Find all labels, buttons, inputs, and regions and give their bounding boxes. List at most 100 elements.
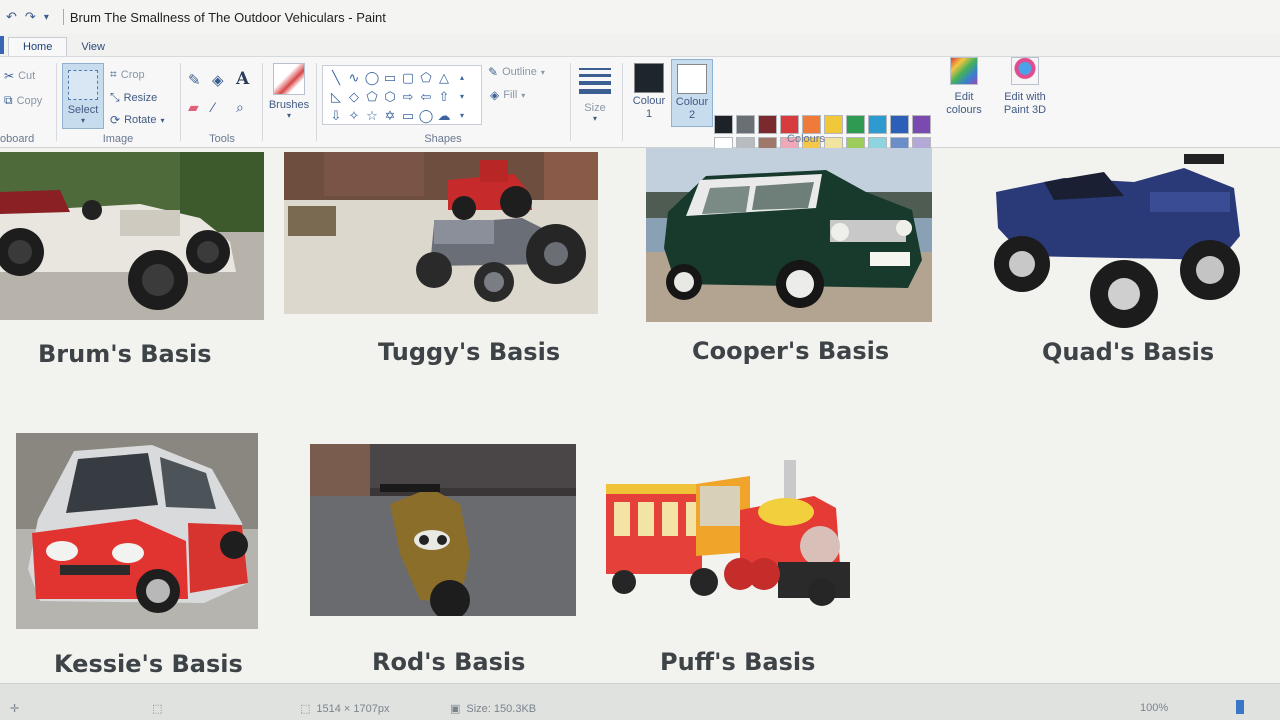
title-separator: [62, 9, 64, 25]
quad-caption: Quad's Basis: [1042, 338, 1215, 366]
ribbon-tabs: Home View: [0, 34, 1280, 56]
colours-group-label: Colours: [787, 133, 825, 145]
file-size-text: Size: 150.3KB: [466, 702, 537, 715]
fill-bucket-icon[interactable]: ◈: [212, 71, 224, 89]
tab-view[interactable]: View: [67, 38, 119, 56]
zoom-thumb-icon[interactable]: [1236, 700, 1244, 714]
tuggy-tractor-image: [284, 152, 598, 314]
window-title: Brum The Smallness of The Outdoor Vehicu…: [69, 9, 386, 25]
scissors-icon: ✂: [4, 69, 15, 83]
edit-with-paint3d-label: Edit with Paint 3D: [1003, 91, 1047, 116]
file-tab-edge[interactable]: [0, 36, 4, 54]
image-dimensions-text: 1514 × 1707px: [316, 702, 390, 715]
status-bar: ✛ ⬚ ⬚ 1514 × 1707px ▣ Size: 150.3KB 100%: [0, 683, 1280, 720]
cut-label: Cut: [18, 70, 36, 82]
zoom-text: 100%: [1140, 702, 1169, 714]
brush-icon: [273, 63, 305, 95]
paint3d-icon: [1011, 57, 1039, 85]
rod-photo: [310, 444, 576, 616]
crop-label: Crop: [120, 68, 145, 81]
kessie-photo: [16, 433, 258, 629]
paint-window: ↶ ↷ ▾ Brum The Smallness of The Outdoor …: [0, 0, 1280, 720]
divider: [262, 63, 263, 141]
customize-quick-access-icon[interactable]: ▾: [44, 12, 49, 23]
tab-home[interactable]: Home: [8, 37, 68, 56]
clipboard-group-label: oboard: [0, 133, 35, 145]
drawing-canvas[interactable]: Brum's Basis Tuggy's Basis Cooper's Basi…: [0, 148, 1280, 683]
rod-caption: Rod's Basis: [372, 648, 526, 676]
resize-label: Resize: [123, 91, 158, 104]
image-group-label: Image: [102, 133, 134, 145]
brum-photo: [0, 152, 264, 320]
cut-button[interactable]: ✂ Cut: [4, 69, 35, 83]
chevron-down-icon: ▾: [160, 115, 165, 125]
edit-with-paint3d-button[interactable]: Edit with Paint 3D: [996, 57, 1054, 117]
size-lines-icon: [579, 65, 611, 94]
divider: [570, 63, 571, 141]
zoom-slider-thumb[interactable]: [1236, 700, 1244, 714]
divider: [180, 63, 181, 141]
select-label: Select: [67, 104, 99, 116]
crosshair-icon: ✛: [10, 703, 20, 715]
eraser-icon[interactable]: ▰: [188, 99, 199, 116]
kessie-smart-car-image: [16, 433, 258, 629]
file-size: ▣ Size: 150.3KB: [450, 702, 537, 716]
shapes-group: Shapes: [318, 61, 568, 145]
puff-photo: [600, 456, 856, 612]
image-dimensions: ⬚ 1514 × 1707px: [300, 702, 390, 716]
shapes-group-label: Shapes: [424, 133, 462, 145]
selection-icon: ⬚: [152, 703, 163, 715]
size-button[interactable]: Size ▾: [574, 63, 616, 123]
clipboard-group: ✂ Cut ⧉ Copy oboard: [0, 61, 56, 145]
magnifier-icon[interactable]: ⌕: [236, 99, 244, 116]
rotate-button[interactable]: ⟳ Rotate ▾: [110, 113, 165, 127]
divider: [56, 63, 57, 141]
divider: [622, 63, 623, 141]
cursor-position: ✛: [10, 702, 19, 715]
copy-icon: ⧉: [4, 93, 13, 107]
cooper-mini-image: [646, 148, 932, 322]
ribbon: ✂ Cut ⧉ Copy oboard Image Select ▾ ⌗ Cro…: [0, 56, 1280, 178]
selection-size: ⬚: [152, 702, 162, 715]
quad-photo: [984, 152, 1246, 336]
text-tool-icon[interactable]: A: [236, 69, 249, 89]
kessie-caption: Kessie's Basis: [54, 650, 243, 678]
pencil-icon[interactable]: ✎: [188, 71, 201, 89]
resize-button[interactable]: ⤡ Resize: [110, 90, 157, 105]
cooper-photo: [646, 148, 932, 322]
redo-icon[interactable]: ↷: [25, 9, 36, 25]
tuggy-caption: Tuggy's Basis: [378, 338, 561, 366]
divider: [316, 63, 317, 141]
disk-icon: ▣: [450, 703, 461, 715]
dimensions-icon: ⬚: [300, 703, 311, 715]
cooper-caption: Cooper's Basis: [692, 337, 890, 365]
select-icon: [68, 70, 98, 100]
chevron-down-icon: ▾: [592, 114, 597, 123]
crop-icon: ⌗: [110, 67, 117, 81]
rod-scooter-image: [310, 444, 576, 616]
chevron-down-icon: ▾: [80, 116, 85, 125]
colours-group: Colours: [626, 61, 986, 145]
color-picker-icon[interactable]: ⁄: [212, 99, 214, 115]
copy-label: Copy: [16, 94, 43, 107]
title-bar: ↶ ↷ ▾ Brum The Smallness of The Outdoor …: [0, 0, 1280, 34]
select-button[interactable]: Select ▾: [62, 63, 104, 129]
undo-icon[interactable]: ↶: [6, 9, 17, 25]
brum-caption: Brum's Basis: [38, 340, 212, 368]
chevron-down-icon: ▾: [286, 111, 291, 120]
puff-train-image: [606, 460, 850, 606]
resize-icon: ⤡: [110, 90, 120, 104]
brushes-button[interactable]: Brushes ▾: [266, 63, 312, 120]
quad-atv-image: [994, 154, 1240, 328]
size-label: Size: [584, 102, 606, 114]
puff-caption: Puff's Basis: [660, 648, 816, 676]
zoom-level: 100%: [1140, 702, 1168, 714]
tools-group-label: Tools: [209, 133, 235, 145]
brum-car-image: [0, 152, 264, 320]
crop-button[interactable]: ⌗ Crop: [110, 67, 145, 82]
copy-button[interactable]: ⧉ Copy: [4, 93, 42, 108]
quick-access-toolbar: ↶ ↷ ▾: [6, 9, 49, 25]
tuggy-photo: [284, 152, 598, 314]
rotate-icon: ⟳: [110, 113, 121, 127]
rotate-label: Rotate: [124, 114, 157, 126]
